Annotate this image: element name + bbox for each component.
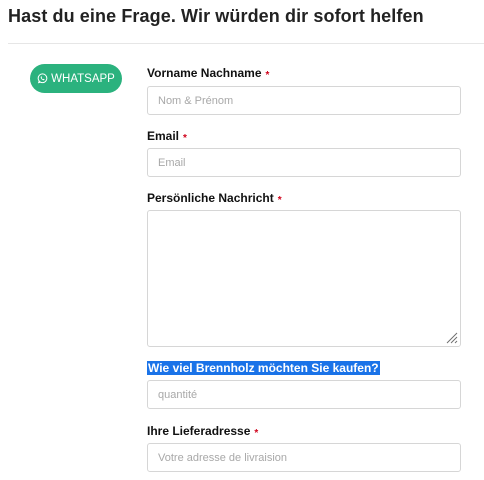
- whatsapp-icon: [37, 73, 48, 84]
- email-label-text: Email: [147, 129, 180, 143]
- quantity-input[interactable]: [147, 380, 461, 409]
- name-required-marker: *: [265, 70, 270, 81]
- address-required-marker: *: [254, 428, 259, 439]
- email-input[interactable]: [147, 148, 461, 177]
- email-label: Email *: [147, 129, 187, 144]
- message-label-text: Persönliche Nachricht: [147, 191, 274, 205]
- page-heading: Hast du eine Frage. Wir würden dir sofor…: [8, 6, 424, 26]
- whatsapp-button[interactable]: WHATSAPP: [30, 64, 122, 93]
- message-label: Persönliche Nachricht *: [147, 191, 282, 206]
- whatsapp-label: WHATSAPP: [51, 72, 115, 85]
- textarea-resize-icon[interactable]: [445, 331, 458, 344]
- message-required-marker: *: [277, 195, 282, 206]
- quantity-label-text: Wie viel Brennholz möchten Sie kaufen?: [147, 361, 380, 375]
- name-label-text: Vorname Nachname: [147, 66, 262, 80]
- address-label-text: Ihre Lieferadresse: [147, 424, 251, 438]
- message-textarea[interactable]: [147, 210, 461, 347]
- address-label: Ihre Lieferadresse *: [147, 424, 258, 439]
- address-input[interactable]: [147, 443, 461, 472]
- email-required-marker: *: [183, 133, 187, 144]
- quantity-label: Wie viel Brennholz möchten Sie kaufen?: [147, 361, 380, 375]
- contact-page: Hast du eine Frage. Wir würden dir sofor…: [0, 0, 484, 480]
- name-input[interactable]: [147, 86, 461, 115]
- name-label: Vorname Nachname *: [147, 66, 269, 81]
- heading-divider: [8, 43, 484, 44]
